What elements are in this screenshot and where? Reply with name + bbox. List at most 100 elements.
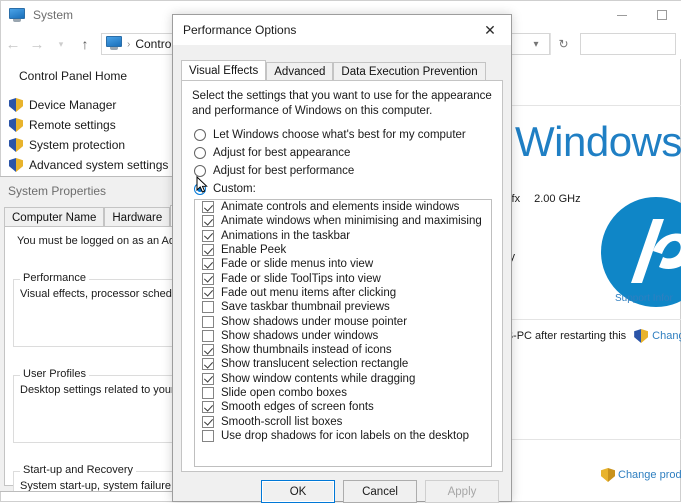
list-item[interactable]: Show shadows under windows [195,329,491,343]
list-item[interactable]: Fade or slide menus into view [195,257,491,271]
change-product-key-link[interactable]: Change prod [618,469,681,481]
performance-options-titlebar[interactable]: Performance Options [173,15,511,45]
list-item[interactable]: Fade out menu items after clicking [195,286,491,300]
system-properties-dialog: System Properties Computer Name Hardware… [0,176,186,492]
minimize-icon[interactable] [602,1,642,29]
recent-locations-icon[interactable]: ▾ [49,39,73,49]
tab-visual-effects[interactable]: Visual Effects [181,60,267,81]
apply-button: Apply [425,480,499,503]
checkbox-icon[interactable] [202,215,214,228]
visual-effects-checkbox-list[interactable]: Animate controls and elements inside win… [194,199,492,467]
list-item[interactable]: Smooth edges of screen fonts [195,400,491,414]
list-item[interactable]: Animate controls and elements inside win… [195,200,491,214]
control-panel-home-link[interactable]: Control Panel Home [19,69,127,83]
list-item[interactable]: Use drop shadows for icon labels on the … [195,429,491,443]
hp-logo [601,197,681,307]
close-icon[interactable]: ✕ [469,15,511,45]
checkbox-label: Fade or slide menus into view [221,258,374,271]
radio-custom[interactable]: Custom: [194,183,256,195]
radio-label: Adjust for best performance [213,165,355,177]
tab-advanced[interactable]: Advanced [266,62,334,81]
list-item[interactable]: Show thumbnails instead of icons [195,343,491,357]
ok-button[interactable]: OK [261,480,335,503]
checkbox-icon[interactable] [202,344,214,357]
list-item[interactable]: Show window contents while dragging [195,372,491,386]
support-information-link[interactable]: Support Infor [615,293,673,304]
refresh-icon[interactable]: ↻ [550,33,576,55]
checkbox-icon[interactable] [202,229,214,242]
checkbox-label: Animate controls and elements inside win… [221,201,460,214]
checkbox-icon[interactable] [202,401,214,414]
radio-adjust-best-appearance[interactable]: Adjust for best appearance [194,147,350,159]
checkbox-label: Enable Peek [221,244,287,257]
list-item[interactable]: Enable Peek [195,243,491,257]
tab-data-execution-prevention[interactable]: Data Execution Prevention [333,62,486,81]
checkbox-icon[interactable] [202,372,214,385]
list-item[interactable]: Show shadows under mouse pointer [195,314,491,328]
list-item[interactable]: Smooth-scroll list boxes [195,414,491,428]
search-input[interactable] [580,33,676,55]
checkbox-icon[interactable] [202,415,214,428]
radio-icon[interactable] [194,165,206,177]
list-item[interactable]: Animations in the taskbar [195,229,491,243]
sidebar-item-advanced-system-settings[interactable]: Advanced system settings [9,158,168,172]
performance-options-dialog: Performance Options ✕ Visual Effects Adv… [172,14,512,503]
checkbox-icon[interactable] [202,244,214,257]
checkbox-icon[interactable] [202,387,214,399]
shield-icon [601,468,615,482]
checkbox-label: Use drop shadows for icon labels on the … [221,429,470,442]
monitor-icon [106,35,122,54]
back-arrow-icon[interactable]: ← [1,37,25,52]
divider [509,439,681,440]
cancel-button[interactable]: Cancel [343,480,417,503]
radio-let-windows-choose[interactable]: Let Windows choose what's best for my co… [194,129,466,141]
checkbox-icon[interactable] [202,315,214,328]
change-settings-link[interactable]: Change se [652,330,681,342]
dialog-buttons: OK Cancel Apply [173,480,511,503]
chevron-down-icon[interactable]: ▾ [523,34,549,54]
system-properties-panel: You must be logged on as an Administrat … [4,226,185,491]
computer-name-row: TS-PC after restarting this Change se [499,329,681,343]
checkbox-label: Show translucent selection rectangle [221,358,409,371]
checkbox-icon[interactable] [202,301,214,314]
panel-instructions: Select the settings that you want to use… [192,90,492,117]
checkbox-label: Show thumbnails instead of icons [221,344,392,357]
checkbox-icon[interactable] [202,358,214,371]
list-item[interactable]: Slide open combo boxes [195,386,491,400]
checkbox-icon[interactable] [202,258,214,271]
checkbox-label: Smooth-scroll list boxes [221,415,343,428]
radio-label: Custom: [213,183,256,195]
checkbox-icon[interactable] [202,272,214,285]
list-item[interactable]: Save taskbar thumbnail previews [195,300,491,314]
up-arrow-icon[interactable]: ↑ [73,37,97,51]
sidebar-item-remote-settings[interactable]: Remote settings [9,118,116,132]
sidebar-item-label: System protection [29,138,126,152]
checkbox-icon[interactable] [202,429,214,442]
shield-icon [634,329,649,343]
sidebar-item-system-protection[interactable]: System protection [9,138,125,152]
system-properties-title: System Properties [8,184,107,198]
group-description: System start-up, system failure and deb [20,480,185,492]
radio-icon[interactable] [194,183,206,195]
radio-icon[interactable] [194,147,206,159]
divider [509,319,681,320]
breadcrumb-separator: › [127,38,131,50]
system-properties-tabs: Computer Name Hardware Advanced [4,205,185,227]
checkbox-icon[interactable] [202,286,214,299]
tab-computer-name[interactable]: Computer Name [4,207,105,227]
list-item[interactable]: Fade or slide ToolTips into view [195,271,491,285]
checkbox-label: Smooth edges of screen fonts [221,401,374,414]
list-item[interactable]: Show translucent selection rectangle [195,357,491,371]
radio-icon[interactable] [194,129,206,141]
change-product-key-row[interactable]: Change prod [601,468,681,482]
processor-spec: Gfx2.00 GHz [503,193,581,205]
tab-hardware[interactable]: Hardware [104,207,171,227]
radio-adjust-best-performance[interactable]: Adjust for best performance [194,165,354,177]
checkbox-icon[interactable] [202,329,214,342]
checkbox-icon[interactable] [202,201,214,214]
maximize-icon[interactable] [642,1,681,29]
window-controls [602,1,681,29]
forward-arrow-icon[interactable]: → [25,37,49,52]
sidebar-item-device-manager[interactable]: Device Manager [9,98,116,112]
list-item[interactable]: Animate windows when minimising and maxi… [195,214,491,228]
